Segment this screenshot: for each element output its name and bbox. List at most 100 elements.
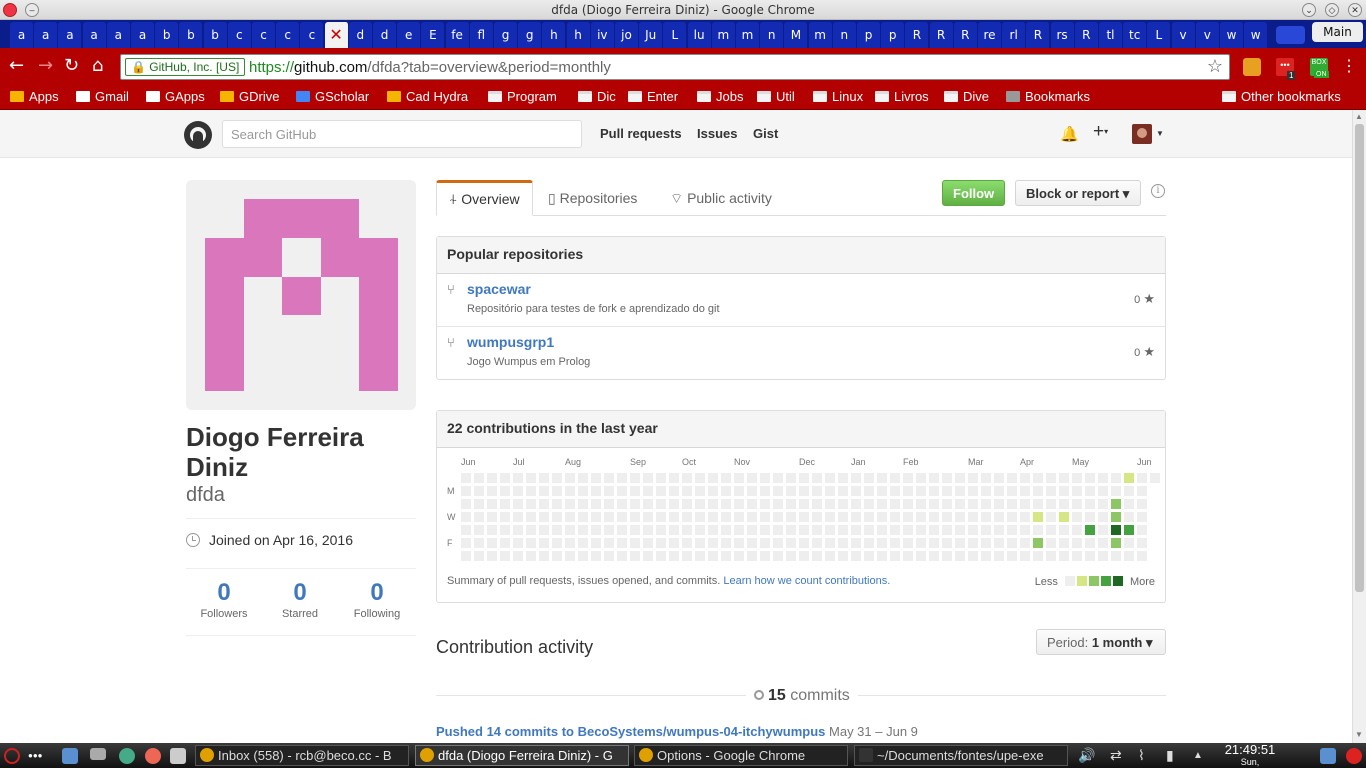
contribution-day-cell[interactable] xyxy=(955,512,965,522)
contribution-day-cell[interactable] xyxy=(864,551,874,561)
browser-tab[interactable]: w xyxy=(1220,22,1244,48)
contribution-day-cell[interactable] xyxy=(604,525,614,535)
browser-tab[interactable]: tl xyxy=(1099,22,1123,48)
contribution-day-cell[interactable] xyxy=(630,538,640,548)
contribution-day-cell[interactable] xyxy=(968,525,978,535)
contribution-day-cell[interactable] xyxy=(968,538,978,548)
contribution-day-cell[interactable] xyxy=(981,538,991,548)
forward-button[interactable]: → xyxy=(38,56,53,76)
contribution-day-cell[interactable] xyxy=(695,538,705,548)
contribution-day-cell[interactable] xyxy=(903,486,913,496)
contribution-day-cell[interactable] xyxy=(565,486,575,496)
contribution-day-cell[interactable] xyxy=(890,486,900,496)
contribution-day-cell[interactable] xyxy=(513,499,523,509)
contribution-day-cell[interactable] xyxy=(942,486,952,496)
contribution-day-cell[interactable] xyxy=(1046,525,1056,535)
contribution-day-cell[interactable] xyxy=(708,525,718,535)
contribution-day-cell[interactable] xyxy=(708,512,718,522)
contribution-day-cell[interactable] xyxy=(617,525,627,535)
contribution-day-cell[interactable] xyxy=(708,538,718,548)
contribution-day-cell[interactable] xyxy=(851,551,861,561)
contribution-day-cell[interactable] xyxy=(617,538,627,548)
contribution-day-cell[interactable] xyxy=(1137,486,1147,496)
contribution-day-cell[interactable] xyxy=(799,473,809,483)
contribution-day-cell[interactable] xyxy=(864,486,874,496)
browser-tab[interactable]: m xyxy=(808,22,833,48)
contribution-day-cell[interactable] xyxy=(669,486,679,496)
contribution-day-cell[interactable] xyxy=(513,538,523,548)
contribution-day-cell[interactable] xyxy=(1085,525,1095,535)
contribution-day-cell[interactable] xyxy=(604,473,614,483)
browser-tab[interactable]: h xyxy=(566,22,591,48)
contribution-day-cell[interactable] xyxy=(1020,525,1030,535)
contribution-day-cell[interactable] xyxy=(578,512,588,522)
contribution-day-cell[interactable] xyxy=(552,486,562,496)
contribution-day-cell[interactable] xyxy=(786,499,796,509)
contribution-day-cell[interactable] xyxy=(539,473,549,483)
bookmark-dive[interactable]: Dive xyxy=(944,87,989,107)
contribution-day-cell[interactable] xyxy=(799,525,809,535)
bookmark-apps[interactable]: Apps xyxy=(10,87,59,107)
task-github-chrome[interactable]: dfda (Diogo Ferreira Diniz) - G xyxy=(415,745,629,766)
contribution-day-cell[interactable] xyxy=(799,499,809,509)
bookmark-gmail[interactable]: Gmail xyxy=(76,87,129,107)
contribution-day-cell[interactable] xyxy=(708,473,718,483)
browser-tab[interactable]: h xyxy=(542,22,567,48)
contribution-day-cell[interactable] xyxy=(669,499,679,509)
browser-tab[interactable]: re xyxy=(978,22,1002,48)
contribution-day-cell[interactable] xyxy=(461,538,471,548)
bookmark-gdrive[interactable]: GDrive xyxy=(220,87,279,107)
contribution-day-cell[interactable] xyxy=(851,499,861,509)
contribution-day-cell[interactable] xyxy=(669,551,679,561)
contribution-day-cell[interactable] xyxy=(617,486,627,496)
contribution-day-cell[interactable] xyxy=(500,538,510,548)
contribution-day-cell[interactable] xyxy=(461,525,471,535)
browser-tab[interactable]: b xyxy=(179,22,204,48)
contribution-day-cell[interactable] xyxy=(1098,473,1108,483)
contribution-day-cell[interactable] xyxy=(838,486,848,496)
contribution-day-cell[interactable] xyxy=(929,551,939,561)
contribution-day-cell[interactable] xyxy=(682,551,692,561)
contribution-day-cell[interactable] xyxy=(500,551,510,561)
browser-tab[interactable]: a xyxy=(10,22,34,48)
contribution-day-cell[interactable] xyxy=(838,538,848,548)
contribution-day-cell[interactable] xyxy=(604,512,614,522)
contribution-day-cell[interactable] xyxy=(760,525,770,535)
contribution-day-cell[interactable] xyxy=(1085,512,1095,522)
contribution-day-cell[interactable] xyxy=(916,551,926,561)
contribution-day-cell[interactable] xyxy=(968,551,978,561)
contribution-day-cell[interactable] xyxy=(799,551,809,561)
contribution-day-cell[interactable] xyxy=(1098,499,1108,509)
contribution-day-cell[interactable] xyxy=(1046,486,1056,496)
address-bar[interactable]: 🔒 GitHub, Inc. [US] https://github.com/d… xyxy=(120,54,1230,80)
contribution-day-cell[interactable] xyxy=(669,525,679,535)
contribution-day-cell[interactable] xyxy=(1007,499,1017,509)
browser-tab[interactable]: c xyxy=(276,22,301,48)
contribution-day-cell[interactable] xyxy=(682,499,692,509)
network-icon[interactable]: ⇄ xyxy=(1110,747,1122,764)
contribution-day-cell[interactable] xyxy=(604,486,614,496)
contribution-day-cell[interactable] xyxy=(1137,551,1147,561)
contribution-day-cell[interactable] xyxy=(1137,525,1147,535)
contribution-day-cell[interactable] xyxy=(929,538,939,548)
contribution-day-cell[interactable] xyxy=(851,473,861,483)
contribution-day-cell[interactable] xyxy=(513,473,523,483)
github-logo-icon[interactable] xyxy=(184,121,212,149)
contribution-day-cell[interactable] xyxy=(929,525,939,535)
desktop-dots-icon[interactable]: ●●● xyxy=(28,748,50,764)
contribution-day-cell[interactable] xyxy=(799,538,809,548)
avatar-caret-icon[interactable]: ▼ xyxy=(1156,129,1164,138)
contribution-day-cell[interactable] xyxy=(630,512,640,522)
contribution-day-cell[interactable] xyxy=(695,499,705,509)
contribution-day-cell[interactable] xyxy=(825,551,835,561)
contribution-day-cell[interactable] xyxy=(695,525,705,535)
browser-tab[interactable]: g xyxy=(494,22,518,48)
contribution-day-cell[interactable] xyxy=(526,512,536,522)
user-avatar-small[interactable] xyxy=(1132,124,1152,144)
contribution-day-cell[interactable] xyxy=(1020,551,1030,561)
browser-tab[interactable]: p xyxy=(881,22,906,48)
contribution-day-cell[interactable] xyxy=(1059,512,1069,522)
contribution-day-cell[interactable] xyxy=(734,512,744,522)
back-button[interactable]: ← xyxy=(9,56,24,76)
contribution-day-cell[interactable] xyxy=(1033,499,1043,509)
